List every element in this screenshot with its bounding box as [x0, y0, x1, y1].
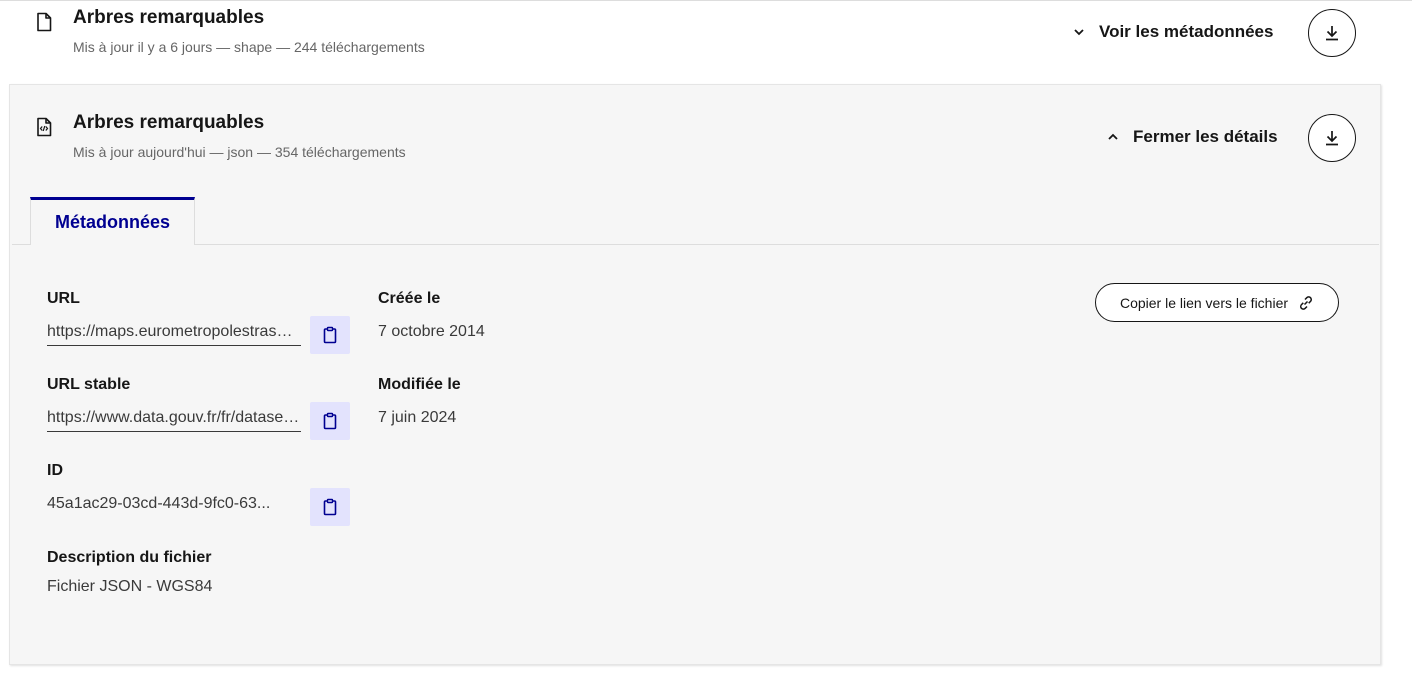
file-icon: [35, 12, 53, 32]
toggle-label: Fermer les détails: [1133, 127, 1278, 146]
copy-id-button[interactable]: [310, 488, 350, 526]
close-details-toggle[interactable]: Fermer les détails: [1107, 127, 1278, 147]
resource-title: Arbres remarquables: [73, 7, 265, 28]
download-icon: [1326, 26, 1338, 41]
clipboard-icon: [323, 498, 337, 516]
download-button[interactable]: [1308, 9, 1356, 57]
copy-link-label: Copier le lien vers le fichier: [1119, 294, 1289, 311]
clipboard-icon: [323, 412, 337, 430]
copy-file-link-button[interactable]: Copier le lien vers le fichier: [1095, 283, 1339, 322]
url-stable-label: URL stable: [47, 376, 131, 393]
copy-url-stable-button[interactable]: [310, 402, 350, 440]
description-value: Fichier JSON - WGS84: [47, 578, 213, 595]
download-button[interactable]: [1308, 114, 1356, 162]
resource-meta: Mis à jour aujourd'hui — json — 354 télé…: [73, 144, 406, 160]
file-code-icon: [35, 117, 53, 137]
link-icon: [1300, 295, 1313, 310]
description-label: Description du fichier: [47, 549, 212, 566]
resource-title: Arbres remarquables: [73, 112, 265, 133]
toggle-label: Voir les métadonnées: [1099, 22, 1274, 41]
chevron-down-icon: [1074, 29, 1084, 36]
resource-row-shape: Arbres remarquables Mis à jour il y a 6 …: [0, 0, 1412, 84]
clipboard-icon: [323, 326, 337, 344]
view-metadata-toggle[interactable]: Voir les métadonnées: [1073, 22, 1273, 42]
created-value: 7 octobre 2014: [378, 323, 485, 340]
url-link[interactable]: https://maps.eurometropolestrasbourg.fr/: [47, 323, 301, 346]
url-stable-link[interactable]: https://www.data.gouv.fr/fr/datasets/r/4…: [47, 409, 301, 432]
tab-metadata[interactable]: Métadonnées: [30, 197, 195, 245]
resource-meta: Mis à jour il y a 6 jours — shape — 244 …: [73, 39, 425, 55]
modified-label: Modifiée le: [378, 376, 461, 393]
created-label: Créée le: [378, 290, 441, 307]
id-label: ID: [47, 462, 63, 479]
chevron-up-icon: [1108, 133, 1118, 140]
download-icon: [1326, 131, 1338, 146]
copy-url-button[interactable]: [310, 316, 350, 354]
id-value: 45a1ac29-03cd-443d-9fc0-63...: [47, 495, 271, 512]
resource-card-json: Arbres remarquables Mis à jour aujourd'h…: [9, 84, 1381, 665]
modified-value: 7 juin 2024: [378, 409, 457, 426]
url-label: URL: [47, 290, 80, 307]
